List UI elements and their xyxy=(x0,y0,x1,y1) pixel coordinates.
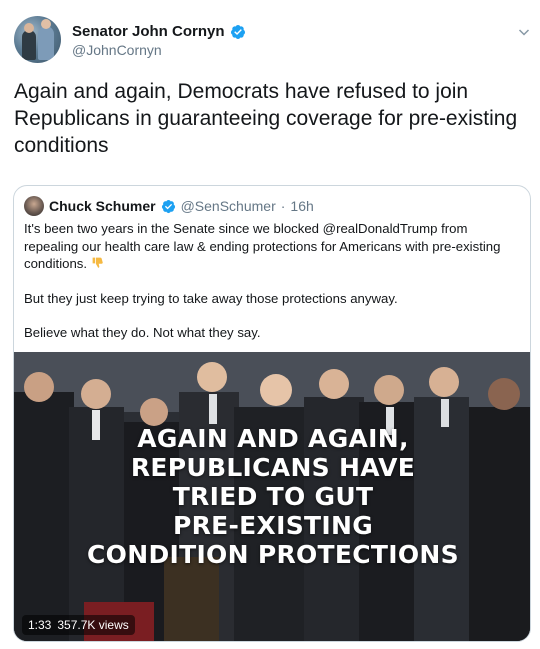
overlay-line: REPUBLICANS HAVE xyxy=(130,453,416,482)
tweet-card: Senator John Cornyn @JohnCornyn Again an… xyxy=(0,0,540,649)
quoted-paragraph: Believe what they do. Not what they say. xyxy=(24,325,261,340)
quoted-paragraph: It's been two years in the Senate since … xyxy=(24,220,522,273)
quoted-tweet-body: It's been two years in the Senate since … xyxy=(24,220,522,359)
quoted-author-handle: @SenSchumer xyxy=(180,198,276,214)
verified-badge-icon xyxy=(230,24,245,39)
author-handle[interactable]: @JohnCornyn xyxy=(72,42,162,58)
quoted-tweet[interactable]: Chuck Schumer @SenSchumer · 16h It's bee… xyxy=(13,185,531,642)
quoted-author-avatar xyxy=(24,196,44,216)
author-name-row: Senator John Cornyn xyxy=(72,23,246,40)
video-player[interactable]: AGAIN AND AGAIN, REPUBLICANS HAVE TRIED … xyxy=(14,352,530,641)
video-overlay-caption: AGAIN AND AGAIN, REPUBLICANS HAVE TRIED … xyxy=(14,424,530,569)
thumbs-down-emoji-icon xyxy=(92,257,103,268)
quoted-tweet-time[interactable]: 16h xyxy=(290,198,313,214)
quoted-author-display-name: Chuck Schumer xyxy=(49,198,156,214)
overlay-line: CONDITION PROTECTIONS xyxy=(87,540,459,569)
overlay-line: PRE-EXISTING xyxy=(172,511,374,540)
separator-dot: · xyxy=(280,198,286,214)
video-duration: 1:33 xyxy=(28,618,52,632)
tweet-text: Again and again, Democrats have refused … xyxy=(14,80,518,157)
verified-badge-icon xyxy=(161,199,175,213)
overlay-line: AGAIN AND AGAIN, xyxy=(137,424,409,453)
quoted-tweet-header: Chuck Schumer @SenSchumer · 16h xyxy=(24,196,314,216)
video-stats-badge: 1:33 357.7K views xyxy=(22,615,135,635)
author-avatar[interactable] xyxy=(14,16,61,63)
quoted-paragraph: But they just keep trying to take away t… xyxy=(24,290,398,306)
chevron-down-icon[interactable] xyxy=(518,26,530,38)
overlay-line: TRIED TO GUT xyxy=(172,482,374,511)
author-display-name[interactable]: Senator John Cornyn xyxy=(72,23,225,40)
video-views: 357.7K views xyxy=(57,618,129,632)
